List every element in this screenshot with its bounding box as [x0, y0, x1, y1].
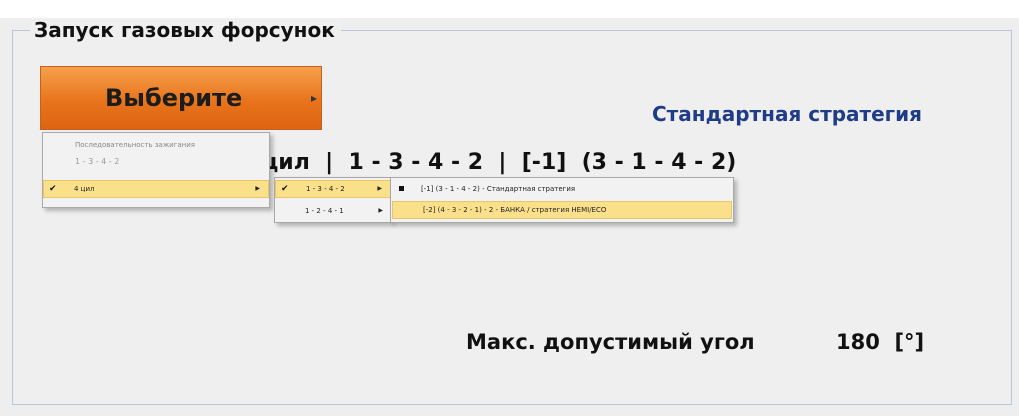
- submenu-arrow-icon: ▶: [378, 207, 383, 214]
- firing-order-menu: Последовательность зажигания 1 - 3 - 4 -…: [42, 132, 270, 208]
- menu-item-strategy-1[interactable]: [-1] (3 - 1 - 4 - 2) - Стандартная страт…: [391, 180, 733, 198]
- radio-bullet-icon: [399, 186, 404, 191]
- checkmark-icon: ✔: [49, 184, 57, 194]
- firing-sequence-text: цил | 1 - 3 - 4 - 2 | [-1] (3 - 1 - 4 - …: [262, 150, 737, 175]
- menu-item-label: 4 цил: [74, 185, 95, 193]
- submenu-arrow-icon: ▶: [255, 185, 260, 192]
- menu-item-label: [-1] (3 - 1 - 4 - 2) - Стандартная страт…: [421, 185, 576, 193]
- submenu-arrow-icon: ▶: [377, 185, 382, 192]
- panel-title: Запуск газовых форсунок: [30, 18, 341, 42]
- dropdown-arrow-icon: ▸: [311, 91, 318, 105]
- menu-item-1241[interactable]: 1 - 2 - 4 - 1 ▶: [275, 202, 391, 220]
- checkmark-icon: ✔: [281, 184, 289, 194]
- menu-item-4-cyl[interactable]: ✔ 4 цил ▶: [43, 180, 269, 198]
- menu-item-label: [-2] (4 - 3 - 2 - 1) - 2 - БАНКА / страт…: [423, 206, 607, 214]
- menu-header: Последовательность зажигания: [75, 141, 196, 149]
- menu-item-disabled: 1 - 3 - 4 - 2: [75, 157, 120, 166]
- menu-item-label: 1 - 2 - 4 - 1: [305, 207, 344, 215]
- menu-item-strategy-2[interactable]: [-2] (4 - 3 - 2 - 1) - 2 - БАНКА / страт…: [392, 201, 732, 219]
- top-strip: [0, 0, 1019, 18]
- strategy-label: Стандартная стратегия: [652, 102, 922, 126]
- menu-item-label: 1 - 3 - 4 - 2: [306, 185, 345, 193]
- select-button-label: Выберите: [105, 84, 243, 112]
- menu-item-1342[interactable]: ✔ 1 - 3 - 4 - 2 ▶: [275, 180, 391, 198]
- select-button[interactable]: Выберите ▸: [40, 66, 322, 130]
- cylinder-order-submenu: ✔ 1 - 3 - 4 - 2 ▶ 1 - 2 - 4 - 1 ▶: [274, 177, 392, 223]
- max-angle-label: Макс. допустимый угол: [466, 330, 755, 354]
- strategy-submenu: [-1] (3 - 1 - 4 - 2) - Стандартная страт…: [390, 177, 734, 223]
- max-angle-value: 180 [°]: [836, 330, 925, 354]
